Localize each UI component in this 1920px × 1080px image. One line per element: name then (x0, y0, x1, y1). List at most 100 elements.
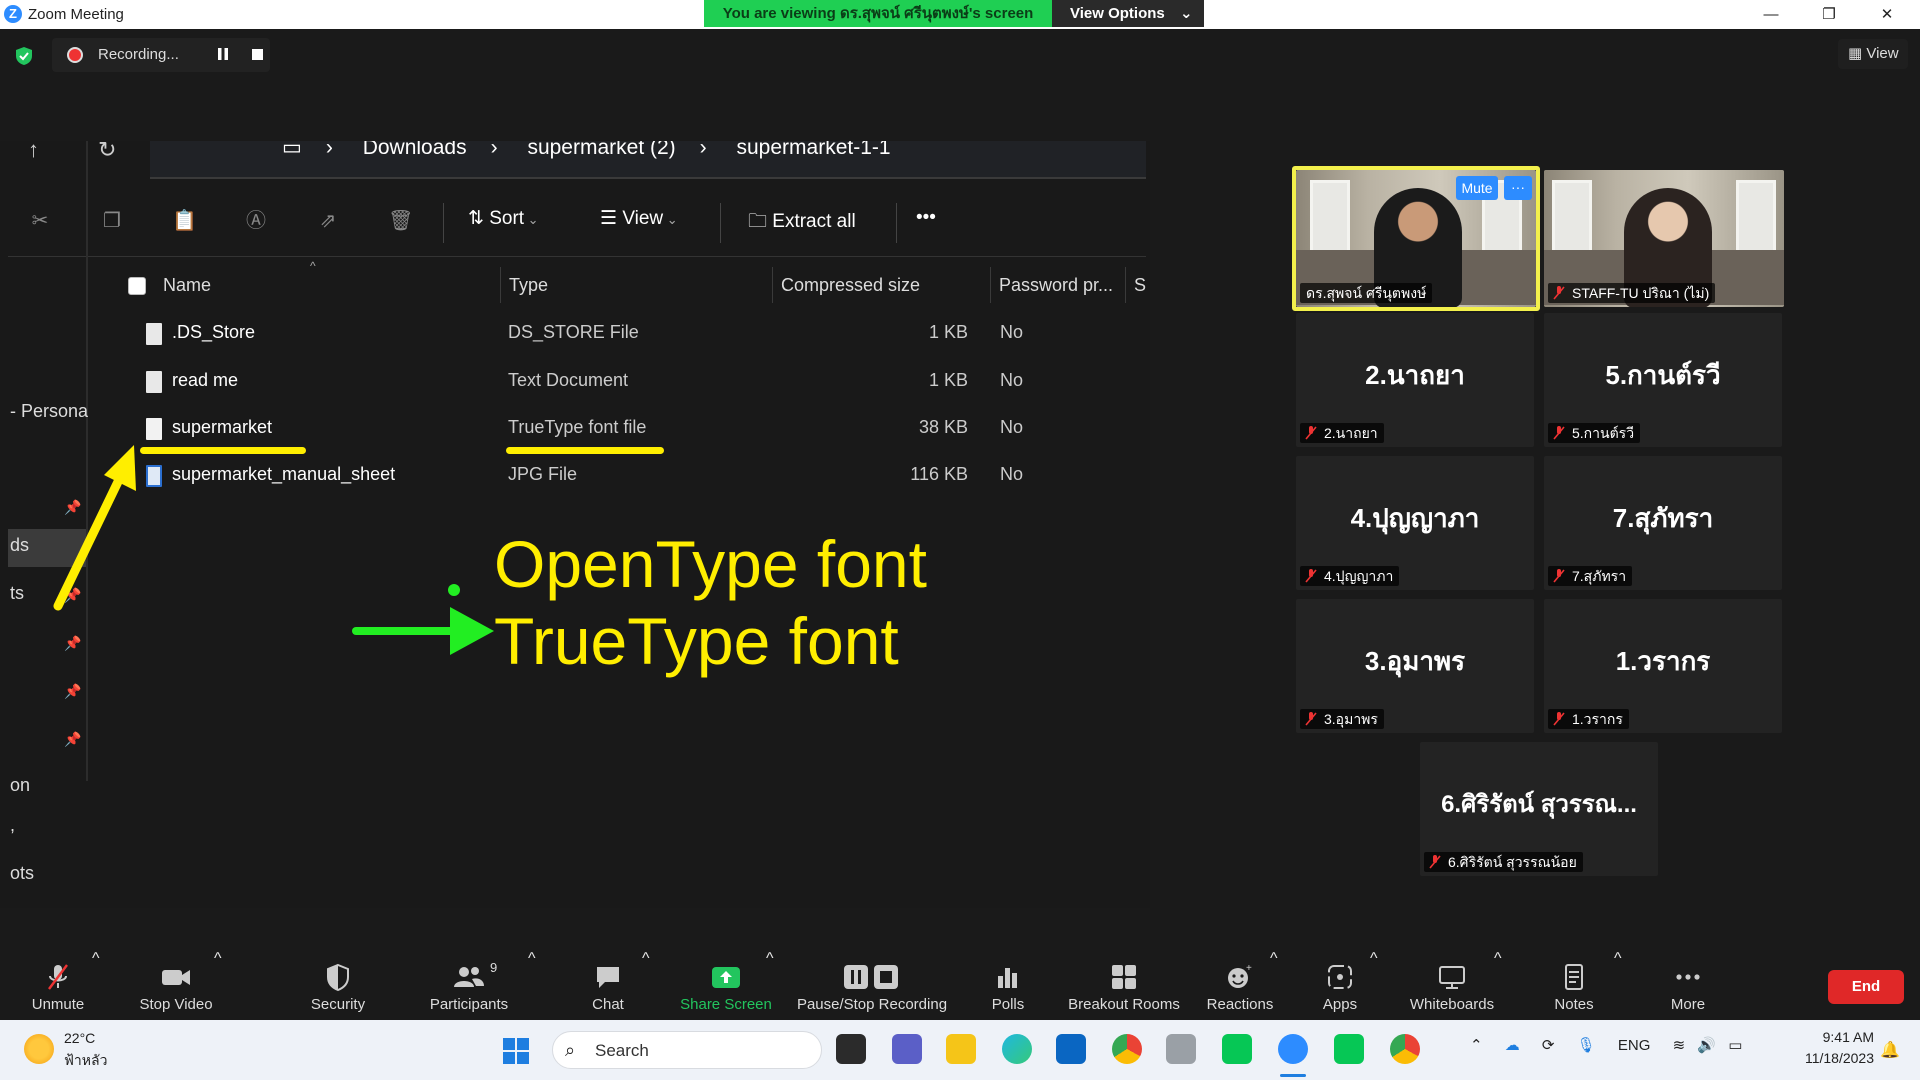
view-options-button[interactable]: View Options ⌄ (1052, 0, 1204, 27)
participant-tile[interactable]: 3.อุมาพร 3.อุมาพร (1296, 599, 1534, 733)
address-bar[interactable]: ▭ › Downloads › supermarket (2) › supermark… (150, 141, 1146, 179)
line-app-icon[interactable] (1334, 1034, 1364, 1064)
audio-options-caret-icon[interactable]: ^ (92, 950, 100, 968)
line-app-icon[interactable] (1222, 1034, 1252, 1064)
breadcrumb-supermarket-1-1[interactable]: supermarket-1-1 (737, 141, 891, 159)
pin-icon[interactable]: 📌 (64, 635, 81, 651)
clock-time[interactable]: 9:41 AM (1784, 1029, 1874, 1045)
end-meeting-button[interactable]: End (1828, 970, 1904, 1004)
column-compressed-size[interactable]: Compressed size (781, 275, 920, 296)
delete-icon[interactable]: 🗑 (388, 209, 413, 233)
copy-icon[interactable]: ❐ (100, 209, 124, 233)
zoom-app-icon[interactable] (1278, 1034, 1308, 1064)
security-button[interactable]: Security (300, 950, 376, 1020)
taskbar-search[interactable]: ⌕ Search (552, 1031, 822, 1069)
participant-tile[interactable]: 6.ศิริรัตน์ สุวรรณ... 6.ศิริรัตน์ สุวรรณ… (1420, 742, 1658, 876)
apps-caret-icon[interactable]: ^ (1370, 950, 1378, 968)
file-explorer-icon[interactable] (946, 1034, 976, 1064)
participant-tile[interactable]: 4.ปุญญาภา 4.ปุญญาภา (1296, 456, 1534, 590)
breadcrumb-downloads[interactable]: Downloads (363, 141, 467, 159)
clock-date[interactable]: 11/18/2023 (1784, 1050, 1874, 1066)
column-password[interactable]: Password pr... (999, 275, 1113, 296)
sort-button[interactable]: ⇅ Sort ⌄ (468, 207, 539, 230)
minimize-button[interactable]: — (1742, 0, 1800, 29)
stop-video-button[interactable]: Stop Video (128, 950, 224, 1020)
sync-icon[interactable]: ⟳ (1542, 1037, 1555, 1054)
chrome-icon[interactable] (1390, 1034, 1420, 1064)
close-button[interactable]: ✕ (1858, 0, 1916, 29)
nav-item-ots[interactable]: ots (10, 863, 34, 884)
more-options-button[interactable]: ··· (1504, 176, 1532, 200)
file-row[interactable]: .DS_Store DS_STORE File 1 KB No (128, 315, 1128, 355)
view-menu-button[interactable]: ☰ View ⌄ (600, 207, 678, 230)
microsoft-store-icon[interactable] (1056, 1034, 1086, 1064)
extract-all-button[interactable]: 🗀 Extract all (748, 207, 856, 239)
video-options-caret-icon[interactable]: ^ (214, 950, 222, 968)
rename-icon[interactable]: Ⓐ (244, 209, 268, 233)
participants-button[interactable]: 9 Participants (424, 950, 514, 1020)
volume-icon[interactable]: 🔊 (1697, 1037, 1716, 1054)
participants-caret-icon[interactable]: ^ (528, 950, 536, 968)
participant-tile[interactable]: 7.สุภัทรา 7.สุภัทรา (1544, 456, 1782, 590)
notes-caret-icon[interactable]: ^ (1614, 950, 1622, 968)
apps-button[interactable]: Apps (1302, 950, 1378, 1020)
unmute-button[interactable]: Unmute (20, 950, 96, 1020)
windows-start-icon[interactable] (502, 1037, 530, 1065)
participant-tile[interactable]: 5.กานต์รวี 5.กานต์รวี (1544, 313, 1782, 447)
input-language[interactable]: ENG (1618, 1037, 1651, 1054)
wifi-icon[interactable]: ≋ (1673, 1037, 1686, 1054)
whiteboards-button[interactable]: Whiteboards (1402, 950, 1502, 1020)
share-screen-button[interactable]: Share Screen (676, 950, 776, 1020)
pin-icon[interactable]: 📌 (64, 731, 81, 747)
onedrive-icon[interactable]: ☁ (1505, 1037, 1520, 1054)
share-icon[interactable]: ⇗ (316, 209, 340, 233)
chrome-icon[interactable] (1112, 1034, 1142, 1064)
edge-browser-icon[interactable] (1002, 1034, 1032, 1064)
nav-item-documents[interactable]: ts (10, 583, 24, 604)
whiteboards-caret-icon[interactable]: ^ (1494, 950, 1502, 968)
weather-sun-icon[interactable] (24, 1034, 54, 1064)
column-name[interactable]: Name (163, 275, 211, 296)
microphone-icon[interactable]: 🎙 (1577, 1037, 1596, 1054)
stop-recording-icon[interactable] (252, 49, 263, 60)
paste-icon[interactable]: 📋 (172, 209, 197, 233)
nav-item-personal[interactable]: - Persona (10, 401, 88, 422)
more-button[interactable]: More (1650, 950, 1726, 1020)
pin-icon[interactable]: 📌 (64, 683, 81, 699)
participant-tile[interactable]: 1.วรากร 1.วรากร (1544, 599, 1782, 733)
task-view-icon[interactable] (836, 1034, 866, 1064)
pause-recording-icon[interactable] (216, 47, 230, 61)
weather-condition[interactable]: ฟ้าหลัว (64, 1050, 107, 1072)
reactions-button[interactable]: + Reactions (1202, 950, 1278, 1020)
share-caret-icon[interactable]: ^ (766, 950, 774, 968)
column-type[interactable]: Type (509, 275, 548, 296)
notes-button[interactable]: Notes (1536, 950, 1612, 1020)
nav-item-downloads[interactable]: ds (10, 535, 29, 556)
weather-temperature[interactable]: 22°C (64, 1030, 95, 1046)
refresh-icon[interactable]: ↻ (98, 141, 116, 163)
battery-icon[interactable]: ▭ (1728, 1037, 1742, 1054)
breadcrumb-supermarket-2[interactable]: supermarket (2) (527, 141, 675, 159)
chat-caret-icon[interactable]: ^ (642, 950, 650, 968)
select-all-checkbox[interactable] (128, 277, 146, 295)
column-s[interactable]: S (1134, 275, 1146, 296)
nav-item-on[interactable]: on (10, 775, 30, 796)
calculator-icon[interactable] (1166, 1034, 1196, 1064)
view-button[interactable]: ▦ View (1838, 39, 1908, 69)
breakout-rooms-button[interactable]: Breakout Rooms (1066, 950, 1182, 1020)
video-tile[interactable]: STAFF-TU ปริณา (ไม่) (1544, 170, 1784, 307)
notification-icon[interactable]: 🔔 (1880, 1040, 1900, 1060)
reactions-caret-icon[interactable]: ^ (1270, 950, 1278, 968)
security-shield-icon[interactable] (14, 46, 34, 66)
file-row[interactable]: read me Text Document 1 KB No (128, 363, 1128, 403)
more-options-button[interactable]: ••• (916, 207, 936, 229)
file-row[interactable]: supermarket TrueType font file 38 KB No (128, 410, 1128, 450)
file-row[interactable]: supermarket_manual_sheet JPG File 116 KB… (128, 457, 1128, 497)
chat-button[interactable]: Chat (570, 950, 646, 1020)
pause-stop-recording-button[interactable]: Pause/Stop Recording (794, 950, 950, 1020)
polls-button[interactable]: Polls (970, 950, 1046, 1020)
teams-chat-icon[interactable] (892, 1034, 922, 1064)
nav-item-comma[interactable]: , (10, 815, 15, 836)
restore-button[interactable]: ❐ (1800, 0, 1858, 29)
mute-button[interactable]: Mute (1456, 176, 1498, 200)
